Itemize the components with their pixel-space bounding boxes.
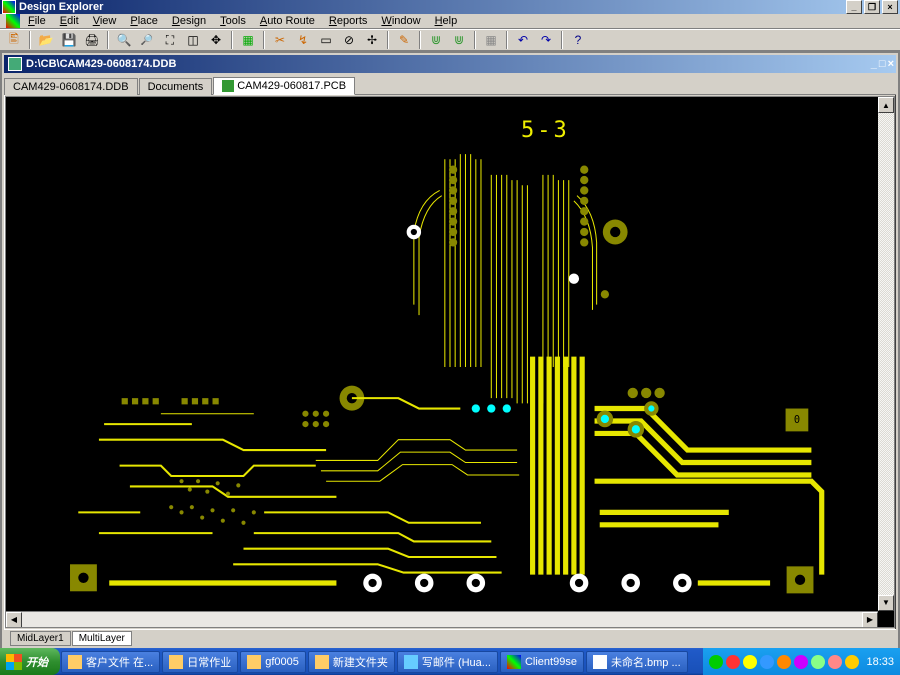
windows-logo-icon (6, 654, 22, 670)
menubar: File Edit View Place Design Tools Auto R… (0, 14, 900, 29)
doc-minimize-button[interactable]: _ (871, 58, 877, 70)
move-icon[interactable]: ✢ (362, 30, 382, 50)
app-title: Design Explorer (19, 1, 846, 13)
zoom-out-icon[interactable]: 🔎 (137, 30, 157, 50)
taskbar-button[interactable]: 日常作业 (162, 651, 238, 673)
horizontal-scrollbar[interactable]: ◀ ▶ (6, 611, 878, 627)
tray-icon[interactable] (794, 655, 808, 669)
drc-icon[interactable]: ✎ (394, 30, 414, 50)
document-window: D:\CB\CAM429-0608174.DDB _ □ × CAM429-06… (2, 53, 898, 649)
close-button[interactable]: × (882, 0, 898, 14)
menu-help[interactable]: Help (429, 14, 464, 28)
tray-icon[interactable] (828, 655, 842, 669)
document-tabs: CAM429-0608174.DDB Documents CAM429-0608… (4, 73, 896, 95)
deselect-icon[interactable]: ⊘ (339, 30, 359, 50)
taskbar-button[interactable]: 客户文件 在... (61, 651, 160, 673)
document-title: D:\CB\CAM429-0608174.DDB (26, 58, 176, 70)
pcb-canvas[interactable]: 5-3 (6, 97, 894, 627)
layer-tabs: MidLayer1 MultiLayer (4, 629, 896, 647)
cut-icon[interactable]: ✂ (270, 30, 290, 50)
scroll-down-button[interactable]: ▼ (878, 595, 894, 611)
pan-icon[interactable]: ✥ (206, 30, 226, 50)
titlebar: Design Explorer _ ❐ × (0, 0, 900, 14)
zoom-region-icon[interactable]: ◫ (183, 30, 203, 50)
doc-close-button[interactable]: × (888, 58, 894, 70)
taskbar-button[interactable]: Client99se (500, 651, 584, 673)
taskbar-clock[interactable]: 18:33 (866, 656, 894, 668)
document-titlebar: D:\CB\CAM429-0608174.DDB _ □ × (4, 55, 896, 73)
maximize-button[interactable]: ❐ (864, 0, 880, 14)
windows-taskbar: 开始 客户文件 在... 日常作业 gf0005 新建文件夹 写邮件 (Hua.… (0, 648, 900, 675)
menu-reports[interactable]: Reports (323, 14, 374, 28)
taskbar-button[interactable]: 未命名.bmp ... (586, 651, 688, 673)
tray-icon[interactable] (760, 655, 774, 669)
menu-design[interactable]: Design (166, 14, 212, 28)
menu-icon (6, 14, 20, 28)
pcb-board-text: 5-3 (521, 118, 570, 143)
pad-label-0: 0 (794, 414, 800, 426)
scroll-right-button[interactable]: ▶ (862, 612, 878, 628)
start-button[interactable]: 开始 (0, 648, 60, 675)
tray-icon[interactable] (811, 655, 825, 669)
svg-text:0: 0 (797, 574, 803, 586)
svg-text:0: 0 (80, 572, 86, 584)
menu-autoroute[interactable]: Auto Route (254, 14, 321, 28)
menu-place[interactable]: Place (124, 14, 164, 28)
zoom-in-icon[interactable]: 🔍 (114, 30, 134, 50)
print-icon[interactable]: 🖨 (82, 30, 102, 50)
grid-icon[interactable]: ▦ (481, 30, 501, 50)
tray-icon[interactable] (845, 655, 859, 669)
layer-tab-multilayer[interactable]: MultiLayer (72, 631, 132, 646)
taskbar-button[interactable]: 写邮件 (Hua... (397, 651, 498, 673)
open-icon[interactable]: 📂 (36, 30, 56, 50)
menu-file[interactable]: File (22, 14, 52, 28)
layer-tab-midlayer1[interactable]: MidLayer1 (10, 631, 71, 646)
document-icon (8, 57, 22, 71)
vertical-scrollbar[interactable]: ▲ ▼ (878, 97, 894, 611)
route-icon[interactable]: ↯ (293, 30, 313, 50)
toolbar: 🖺 📂 💾 🖨 🔍 🔎 ⛶ ◫ ✥ ▦ ✂ ↯ ▭ ⊘ ✢ ✎ ⋓ ⋓ ▦ ↶ … (0, 29, 900, 51)
undo-icon[interactable]: ↶ (513, 30, 533, 50)
tree-icon[interactable]: 🖺 (4, 30, 24, 50)
layer1-icon[interactable]: ⋓ (426, 30, 446, 50)
menu-view[interactable]: View (87, 14, 123, 28)
tray-icon[interactable] (743, 655, 757, 669)
pcb-canvas-wrap: 5-3 (5, 96, 895, 628)
rect-select-icon[interactable]: ▭ (316, 30, 336, 50)
menu-window[interactable]: Window (375, 14, 426, 28)
tray-icon[interactable] (709, 655, 723, 669)
app-window: Design Explorer _ ❐ × File Edit View Pla… (0, 0, 900, 648)
tray-icon[interactable] (777, 655, 791, 669)
redo-icon[interactable]: ↷ (536, 30, 556, 50)
mdi-area: D:\CB\CAM429-0608174.DDB _ □ × CAM429-06… (0, 51, 900, 651)
tab-documents[interactable]: Documents (139, 78, 213, 95)
pcb-svg: 0 (6, 97, 894, 627)
app-icon (2, 0, 16, 14)
menu-tools[interactable]: Tools (214, 14, 252, 28)
menu-edit[interactable]: Edit (54, 14, 85, 28)
help-icon[interactable]: ? (568, 30, 588, 50)
minimize-button[interactable]: _ (846, 0, 862, 14)
zoom-fit-icon[interactable]: ⛶ (160, 30, 180, 50)
scroll-up-button[interactable]: ▲ (878, 97, 894, 113)
scroll-left-button[interactable]: ◀ (6, 612, 22, 628)
select-icon[interactable]: ▦ (238, 30, 258, 50)
pcb-tab-icon (222, 80, 234, 92)
tab-pcb[interactable]: CAM429-060817.PCB (213, 77, 355, 95)
save-icon[interactable]: 💾 (59, 30, 79, 50)
tab-ddb[interactable]: CAM429-0608174.DDB (4, 78, 138, 95)
layer2-icon[interactable]: ⋓ (449, 30, 469, 50)
doc-maximize-button[interactable]: □ (879, 58, 886, 70)
taskbar-button[interactable]: 新建文件夹 (308, 651, 395, 673)
taskbar-button[interactable]: gf0005 (240, 651, 306, 673)
system-tray: 18:33 (703, 648, 900, 675)
tray-icon[interactable] (726, 655, 740, 669)
